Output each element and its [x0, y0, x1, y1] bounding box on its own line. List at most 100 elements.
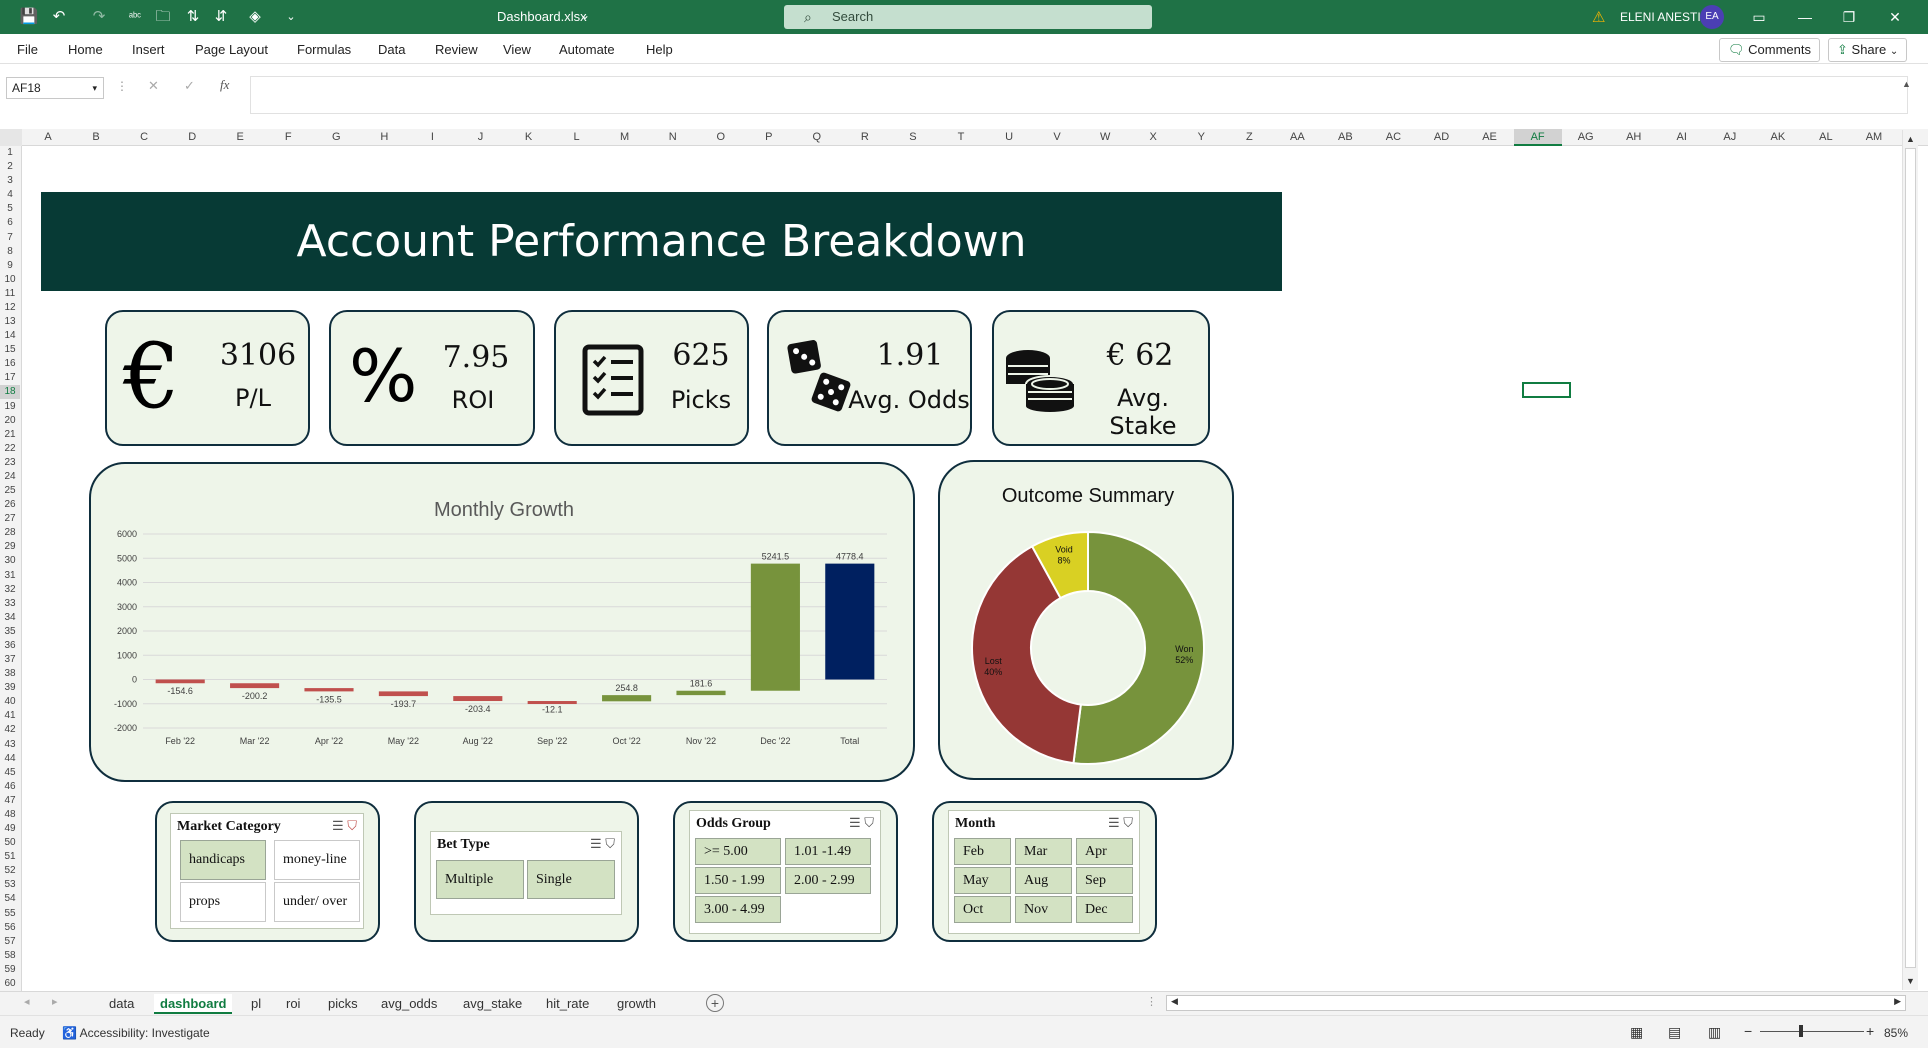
close-icon[interactable]: ✕ [1884, 6, 1906, 28]
undo-icon[interactable]: ↶ [48, 7, 70, 27]
avatar[interactable]: EA [1700, 5, 1724, 29]
selected-cell[interactable] [1522, 382, 1571, 398]
row-header[interactable]: 27 [0, 512, 20, 526]
row-header[interactable]: 3 [0, 174, 20, 188]
multi-select-icon[interactable]: ☰ [1108, 815, 1120, 830]
slicer-item[interactable]: Single [527, 860, 615, 899]
bar[interactable] [825, 563, 875, 680]
comments-button[interactable]: 🗨 Comments [1719, 38, 1820, 62]
customize-toolbar-icon[interactable]: ⌄ [280, 7, 302, 27]
save-icon[interactable]: 💾 [18, 7, 40, 27]
row-header[interactable]: 53 [0, 878, 20, 892]
column-header[interactable]: X [1129, 131, 1177, 143]
sort-descending-icon[interactable]: ⇵ [210, 7, 232, 27]
row-header[interactable]: 49 [0, 822, 20, 836]
row-header[interactable]: 9 [0, 259, 20, 273]
row-header[interactable]: 28 [0, 526, 20, 540]
row-header[interactable]: 45 [0, 766, 20, 780]
scroll-down-icon[interactable]: ▼ [1906, 976, 1915, 986]
column-header[interactable]: J [456, 131, 504, 143]
column-header[interactable]: W [1081, 131, 1129, 143]
row-header[interactable]: 47 [0, 794, 20, 808]
function-icon[interactable]: fx [220, 77, 229, 93]
slicer-item[interactable]: Dec [1076, 896, 1133, 923]
sheet-tab-hit-rate[interactable]: hit_rate [540, 994, 595, 1014]
cancel-icon[interactable]: ✕ [148, 78, 159, 94]
column-header[interactable]: AI [1658, 131, 1706, 143]
bar[interactable] [378, 691, 428, 697]
slicer-item[interactable]: 3.00 - 4.99 [695, 896, 781, 923]
row-header[interactable]: 56 [0, 921, 20, 935]
sort-ascending-icon[interactable]: ⇅ [182, 7, 204, 27]
more-options-icon[interactable]: ⋮ [116, 79, 128, 93]
row-header[interactable]: 38 [0, 667, 20, 681]
sheet-tab-growth[interactable]: growth [611, 994, 662, 1014]
file-name[interactable]: Dashboard.xlsx [497, 9, 587, 24]
column-header[interactable]: C [120, 131, 168, 143]
sheet-tab-pl[interactable]: pl [245, 994, 267, 1014]
search-box[interactable]: ⌕ Search [784, 5, 1152, 29]
slicer-item[interactable]: Mar [1015, 838, 1072, 865]
multi-select-icon[interactable]: ☰ [590, 836, 602, 851]
collapse-formula-bar-icon[interactable]: ▲ [1902, 79, 1911, 89]
share-button[interactable]: ⇪ Share ⌄ [1828, 38, 1908, 62]
bar[interactable] [453, 696, 503, 702]
row-header[interactable]: 42 [0, 723, 20, 737]
slicer-item[interactable]: Nov [1015, 896, 1072, 923]
bar[interactable] [304, 688, 354, 692]
tab-home[interactable]: Home [68, 42, 103, 57]
slicer-item[interactable]: Feb [954, 838, 1011, 865]
scroll-right-icon[interactable]: ▶ [1894, 996, 1901, 1007]
row-header[interactable]: 30 [0, 554, 20, 568]
column-header[interactable]: S [889, 131, 937, 143]
row-header[interactable]: 10 [0, 273, 20, 287]
column-header[interactable]: R [841, 131, 889, 143]
tab-file[interactable]: File [17, 42, 38, 57]
row-header[interactable]: 4 [0, 188, 20, 202]
tab-review[interactable]: Review [435, 42, 478, 57]
zoom-slider-thumb[interactable] [1799, 1025, 1803, 1037]
scrollbar-thumb[interactable] [1183, 999, 1877, 1007]
row-header[interactable]: 57 [0, 935, 20, 949]
ribbon-display-icon[interactable]: ▭ [1748, 6, 1770, 28]
slicer-item[interactable]: handicaps [180, 840, 266, 880]
tab-formulas[interactable]: Formulas [297, 42, 351, 57]
column-header[interactable]: F [264, 131, 312, 143]
column-header[interactable]: H [360, 131, 408, 143]
zoom-out-icon[interactable]: − [1744, 1023, 1752, 1039]
slicer-item[interactable]: money-line [274, 840, 360, 880]
zoom-level[interactable]: 85% [1884, 1026, 1908, 1040]
column-header[interactable]: AF [1513, 129, 1562, 146]
row-header[interactable]: 50 [0, 836, 20, 850]
vertical-scrollbar[interactable]: ▲ ▼ [1902, 130, 1918, 990]
row-header[interactable]: 35 [0, 625, 20, 639]
row-header[interactable]: 40 [0, 695, 20, 709]
column-header[interactable]: AH [1610, 131, 1658, 143]
clear-filter-icon[interactable]: ⛉ [605, 836, 615, 851]
slicer-item[interactable]: Multiple [436, 860, 524, 899]
column-header[interactable]: AG [1562, 131, 1610, 143]
row-header[interactable]: 48 [0, 808, 20, 822]
row-header[interactable]: 55 [0, 907, 20, 921]
row-header[interactable]: 32 [0, 583, 20, 597]
bar[interactable] [676, 690, 726, 696]
open-folder-icon[interactable]: 🗀 [152, 7, 174, 27]
enter-icon[interactable]: ✓ [184, 78, 195, 94]
chevron-down-icon[interactable]: ▾ [92, 78, 97, 98]
multi-select-icon[interactable]: ☰ [849, 815, 861, 830]
slicer-item[interactable]: props [180, 882, 266, 922]
column-header[interactable]: O [697, 131, 745, 143]
column-header[interactable]: AD [1417, 131, 1465, 143]
row-header[interactable]: 46 [0, 780, 20, 794]
zoom-slider[interactable] [1760, 1031, 1864, 1032]
row-header[interactable]: 1 [0, 146, 20, 160]
minimize-icon[interactable]: — [1794, 6, 1816, 28]
tab-automate[interactable]: Automate [559, 42, 615, 57]
row-header[interactable]: 21 [0, 428, 20, 442]
tab-help[interactable]: Help [646, 42, 673, 57]
clear-filter-icon[interactable]: ⛉ [347, 818, 357, 833]
tab-page-layout[interactable]: Page Layout [195, 42, 268, 57]
clear-filter-icon[interactable]: ⛉ [864, 815, 874, 830]
row-header[interactable]: 44 [0, 752, 20, 766]
outcome-summary-chart[interactable]: Outcome Summary Won52% Lost40% Void8% [940, 462, 1236, 782]
